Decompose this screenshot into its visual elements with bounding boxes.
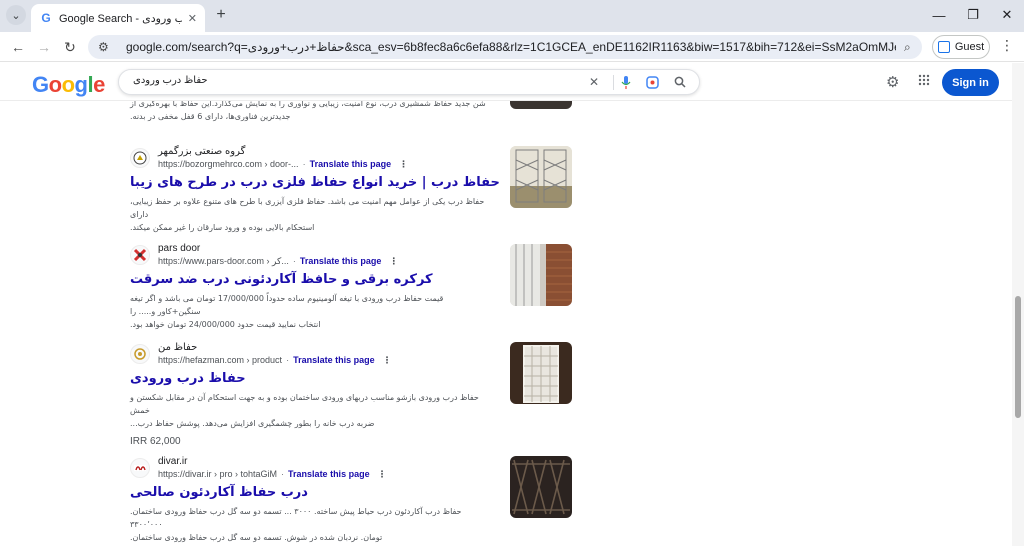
sign-in-button[interactable]: Sign in: [942, 69, 999, 96]
url-text[interactable]: google.com/search?q=حفاظ+درب+ورودی&sca_e…: [126, 40, 896, 54]
more-options-icon[interactable]: ⋮: [399, 158, 408, 170]
result-source[interactable]: divar.ir https://divar.ir › pro › tohtaG…: [130, 455, 574, 481]
result-url: https://www.pars-door.com › کر...: [158, 256, 289, 266]
result-thumbnail[interactable]: [510, 456, 572, 518]
snippet-line: قیمت حفاظ درب ورودی با تیغه آلومینیوم سا…: [130, 294, 444, 316]
snippet-line: حفاظ درب یکی از عوامل مهم امنیت می باشد.…: [130, 197, 485, 219]
result-url: https://bozorgmehrco.com › door-...: [158, 159, 299, 169]
separator-dot: ·: [281, 469, 285, 479]
close-icon[interactable]: ✕: [188, 12, 197, 25]
separator-dot: ·: [286, 355, 290, 365]
more-options-icon[interactable]: ⋮: [383, 354, 392, 366]
more-options-icon[interactable]: ⋮: [389, 255, 398, 267]
forward-arrow-icon[interactable]: →: [34, 37, 54, 57]
tab-search-icon[interactable]: ⌄: [6, 5, 26, 25]
result-snippet: قیمت حفاظ درب ورودی با تیغه آلومینیوم سا…: [130, 292, 488, 331]
reload-icon[interactable]: ↻: [60, 37, 80, 57]
result-1: گروه صنعتی بزرگمهر https://bozorgmehrco.…: [130, 145, 574, 234]
site-favicon-icon: [130, 344, 150, 364]
google-logo[interactable]: Google: [32, 72, 105, 98]
snippet-line: حفاظ درب ورودی بازشو مناسب دربهای ورودی …: [130, 393, 479, 415]
search-results: شن جدید حفاظ شمشیری درب، نوع امنیت، زیبا…: [0, 63, 1012, 546]
result-site-name: حفاظ من: [158, 342, 198, 353]
result-title-link[interactable]: حفاظ درب ورودی: [130, 370, 574, 387]
site-favicon-icon: [130, 458, 150, 478]
result-source[interactable]: pars door https://www.pars-door.com › کر…: [130, 242, 574, 268]
guest-label: Guest: [954, 41, 985, 53]
restore-icon[interactable]: ❐: [958, 4, 988, 26]
tab-strip: ⌄ G Google Search - حفاظ درب ورودی ✕ + —…: [0, 0, 1024, 32]
tab-title: Google Search - حفاظ درب ورودی: [59, 12, 182, 25]
snippet-line: استحکام بالایی بوده و ورود سارقان را غیر…: [130, 223, 315, 232]
translate-link[interactable]: Translate this page: [288, 468, 370, 480]
result-snippet: حفاظ درب آکاردئون درب حیاط پیش ساخته. ۳۰…: [130, 505, 488, 544]
site-favicon-icon: [130, 148, 150, 168]
new-tab-icon[interactable]: +: [211, 5, 231, 25]
result-url: https://divar.ir › pro › tohtaGiM: [158, 469, 278, 479]
logo-letter: o: [48, 72, 62, 97]
tab-google-search[interactable]: G Google Search - حفاظ درب ورودی ✕: [31, 4, 205, 32]
result-thumbnail[interactable]: [510, 342, 572, 404]
result-4: divar.ir https://divar.ir › pro › tohtaG…: [130, 455, 574, 544]
snippet-line: جدیدترین فناوری‌ها، دارای 6 قفل مخفی در …: [130, 112, 291, 121]
result-snippet: حفاظ درب ورودی بازشو مناسب دربهای ورودی …: [130, 391, 488, 430]
settings-gear-icon[interactable]: ⚙: [886, 73, 899, 91]
search-divider: [613, 75, 614, 90]
snippet-line: تومان. نردبان شده در شوش. تسمه دو سه گل …: [130, 533, 383, 542]
snippet-line: انتخاب نمایید قیمت حدود 24/000/000 تومان…: [130, 320, 321, 329]
scrollbar-thumb[interactable]: [1015, 296, 1021, 418]
minimize-icon[interactable]: —: [924, 4, 954, 26]
window-close-icon[interactable]: ✕: [992, 4, 1022, 26]
translate-link[interactable]: Translate this page: [293, 354, 375, 366]
result-thumbnail[interactable]: [510, 244, 572, 306]
result-thumbnail[interactable]: [510, 146, 572, 208]
result-site-name: divar.ir: [158, 456, 188, 467]
browser-toolbar: ← → ↻ ⚙ google.com/search?q=حفاظ+درب+ورو…: [0, 32, 1024, 62]
lens-search-icon[interactable]: [643, 73, 661, 91]
more-options-icon[interactable]: ⋮: [378, 468, 387, 480]
logo-letter: e: [93, 72, 105, 97]
logo-letter: g: [74, 72, 88, 97]
separator-dot: ·: [292, 256, 296, 266]
result-title-link[interactable]: درب حفاظ آکاردئون صالحی: [130, 484, 574, 501]
site-info-icon[interactable]: ⚙: [98, 40, 116, 54]
result-price: IRR 62,000: [130, 436, 181, 447]
translate-link[interactable]: Translate this page: [300, 255, 382, 267]
voice-search-icon[interactable]: [617, 73, 635, 91]
google-header: Google حفاظ درب ورودی ✕ ⚙ Sign in: [0, 63, 1012, 101]
snippet-line: ضربه درب خانه را بطور چشمگیری افزایش می‌…: [130, 419, 375, 428]
result-2: pars door https://www.pars-door.com › کر…: [130, 242, 574, 331]
result-source[interactable]: گروه صنعتی بزرگمهر https://bozorgmehrco.…: [130, 145, 574, 171]
result-3: حفاظ من https://hefazman.com › product ·…: [130, 341, 574, 447]
logo-letter: o: [61, 72, 75, 97]
search-icon[interactable]: [671, 73, 689, 91]
logo-letter: G: [32, 72, 49, 97]
result-site-name: pars door: [158, 243, 201, 254]
guest-profile-button[interactable]: Guest: [932, 35, 990, 59]
clear-icon[interactable]: ✕: [585, 73, 603, 91]
back-arrow-icon[interactable]: ←: [8, 37, 28, 57]
address-bar[interactable]: ⚙ google.com/search?q=حفاظ+درب+ورودی&sca…: [88, 35, 922, 59]
google-apps-icon[interactable]: [918, 73, 930, 89]
google-favicon-icon: G: [41, 11, 51, 25]
separator-dot: ·: [302, 159, 306, 169]
result-title-link[interactable]: کرکره برقی و حافظ آکاردئونی درب ضد سرقت: [130, 271, 574, 288]
search-input[interactable]: حفاظ درب ورودی: [133, 75, 583, 86]
result-snippet: حفاظ درب یکی از عوامل مهم امنیت می باشد.…: [130, 195, 488, 234]
zoom-icon[interactable]: ⌕: [904, 40, 911, 55]
result-title-link[interactable]: حفاظ درب | خرید انواع حفاظ فلزی درب در ط…: [130, 174, 574, 191]
site-favicon-icon: [130, 245, 150, 265]
result-url: https://hefazman.com › product: [158, 355, 283, 365]
result-source[interactable]: حفاظ من https://hefazman.com › product ·…: [130, 341, 574, 367]
search-box[interactable]: حفاظ درب ورودی ✕: [118, 69, 700, 95]
translate-link[interactable]: Translate this page: [310, 158, 392, 170]
result-site-name: گروه صنعتی بزرگمهر: [158, 146, 246, 157]
browser-menu-icon[interactable]: ⋮: [1000, 37, 1014, 54]
snippet-line: حفاظ درب آکاردئون درب حیاط پیش ساخته. ۳۰…: [130, 507, 462, 529]
profile-icon: [937, 41, 950, 53]
